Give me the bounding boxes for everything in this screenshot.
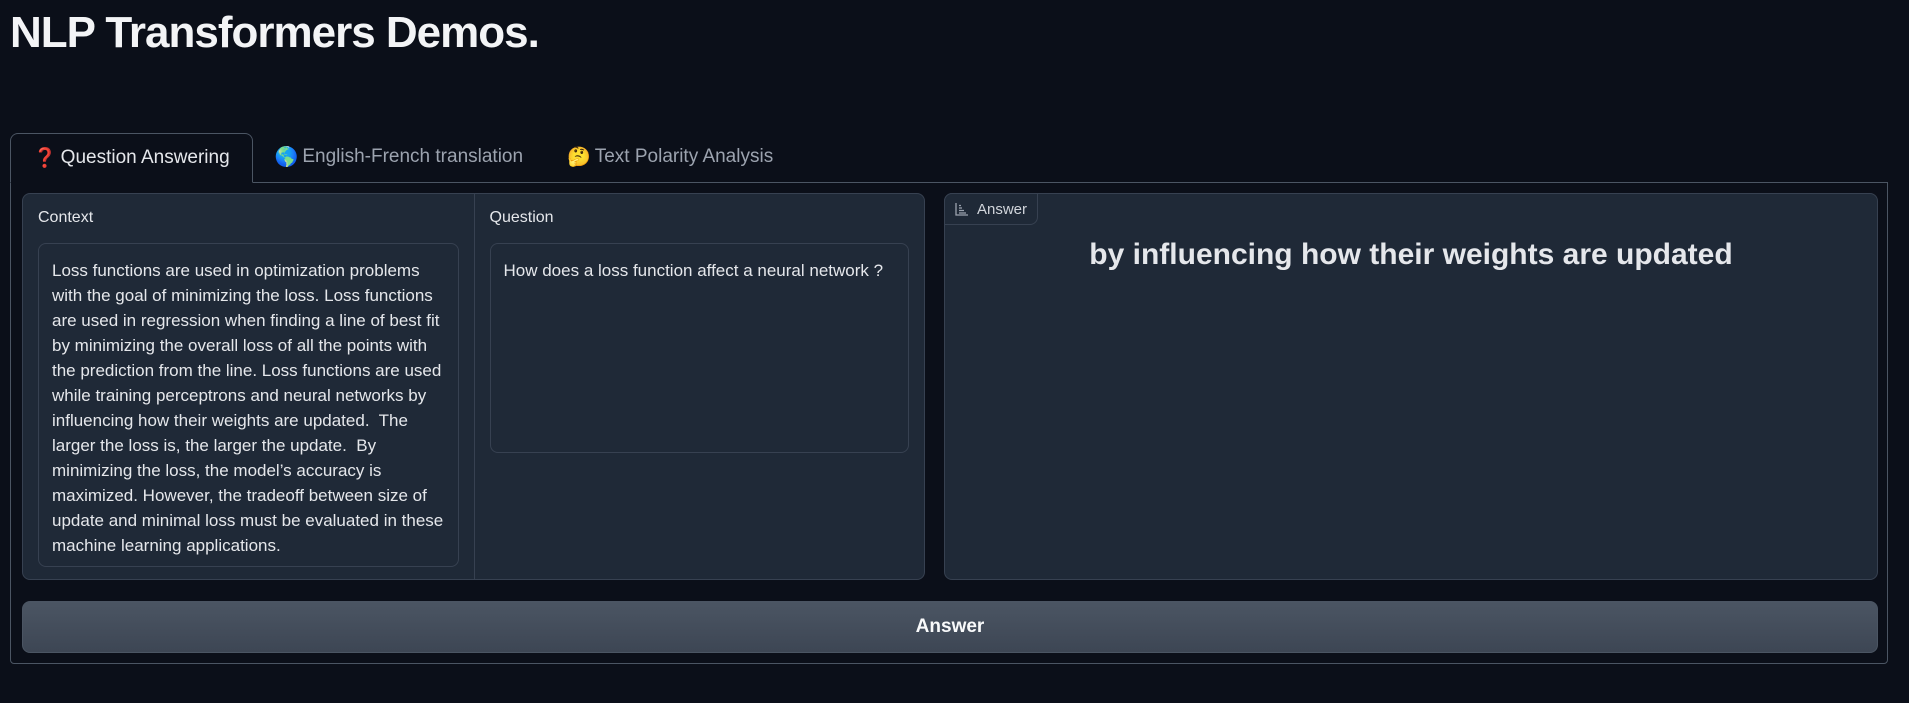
tab-question-answering[interactable]: ❓ Question Answering bbox=[10, 133, 253, 183]
globe-icon: 🌎 bbox=[274, 147, 299, 168]
answer-label-badge: Answer bbox=[944, 193, 1039, 225]
question-textarea[interactable]: How does a loss function affect a neural… bbox=[489, 243, 909, 453]
tab-english-french-translation[interactable]: 🌎 English-French translation bbox=[253, 133, 545, 181]
question-label: Question bbox=[489, 209, 554, 226]
answer-output: Answer by influencing how their weights … bbox=[944, 193, 1878, 580]
question-mark-icon: ❓ bbox=[33, 148, 57, 169]
context-label: Context bbox=[38, 209, 94, 226]
question-answering-panel: Context Loss functions are used in optim… bbox=[10, 182, 1888, 664]
bar-chart-icon bbox=[955, 203, 968, 216]
tab-text-polarity-analysis[interactable]: 🤔 Text Polarity Analysis bbox=[545, 133, 795, 181]
page-title: NLP Transformers Demos. bbox=[10, 8, 540, 57]
answer-text: by influencing how their weights are upd… bbox=[1089, 238, 1733, 271]
tab-bar: ❓ Question Answering 🌎 English-French tr… bbox=[10, 133, 795, 183]
input-group: Context Loss functions are used in optim… bbox=[22, 193, 925, 580]
question-field: Question How does a loss function affect… bbox=[473, 194, 925, 579]
context-field: Context Loss functions are used in optim… bbox=[23, 194, 474, 579]
tab-label: Question Answering bbox=[60, 147, 230, 168]
answer-button[interactable]: Answer bbox=[22, 601, 1878, 653]
tab-label: Text Polarity Analysis bbox=[594, 146, 774, 167]
thinking-face-icon: 🤔 bbox=[567, 147, 591, 168]
tab-label: English-French translation bbox=[302, 146, 524, 167]
context-textarea[interactable]: Loss functions are used in optimization … bbox=[38, 243, 459, 567]
answer-label: Answer bbox=[977, 200, 1028, 218]
